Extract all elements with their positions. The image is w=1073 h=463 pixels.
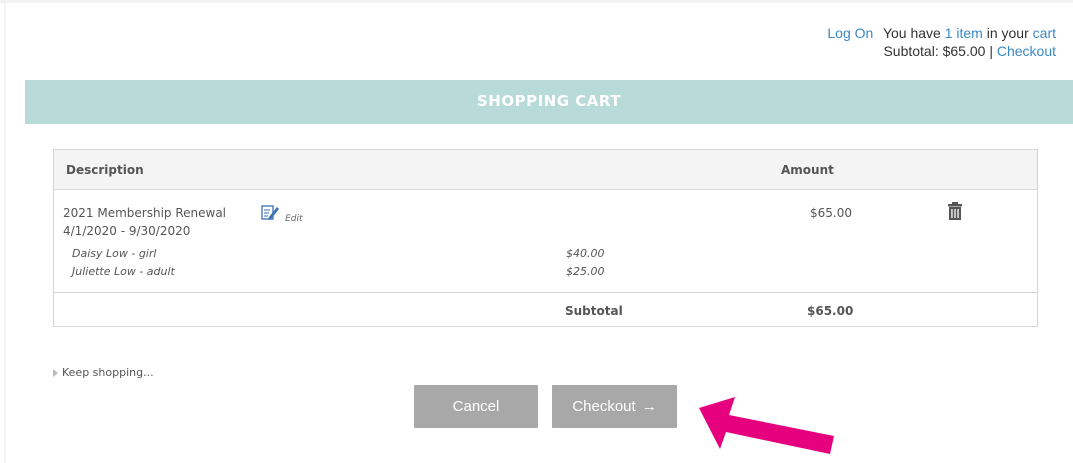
top-border [0, 0, 1073, 3]
table-header: Description Amount [54, 150, 1037, 190]
item-dates: 4/1/2020 - 9/30/2020 [63, 224, 191, 238]
checkout-label: Checkout [572, 398, 636, 415]
cart-summary-header: Log On You have 1 item in your cart Subt… [827, 24, 1056, 60]
edit-label: Edit [285, 214, 303, 224]
item-amount: $65.00 [810, 206, 852, 220]
cancel-label: Cancel [452, 398, 500, 415]
shopping-cart-banner: SHOPPING CART [25, 80, 1073, 124]
edit-icon [261, 205, 279, 220]
cart-prefix-text: You have [882, 25, 941, 41]
sub-item-price: $25.00 [566, 265, 605, 278]
cart-link[interactable]: cart [1033, 25, 1056, 41]
cancel-button[interactable]: Cancel [414, 385, 538, 428]
trash-icon [948, 202, 962, 220]
item-name: 2021 Membership Renewal [63, 206, 227, 220]
log-on-link[interactable]: Log On [827, 25, 873, 41]
keep-shopping-link[interactable]: Keep shopping... [53, 366, 154, 379]
column-header-amount: Amount [781, 163, 834, 177]
subtotal-line: Subtotal: $65.00 | Checkout [827, 42, 1056, 60]
cart-status-line: Log On You have 1 item in your cart [827, 24, 1056, 42]
sub-item-name: Daisy Low - girl [72, 247, 157, 260]
subtotal-value: $65.00 [807, 304, 854, 318]
banner-title: SHOPPING CART [477, 92, 621, 110]
delete-item-button[interactable] [947, 202, 963, 224]
item-count-link[interactable]: 1 item [945, 25, 983, 41]
arrow-right-icon: → [641, 398, 657, 415]
keep-shopping-label: Keep shopping... [62, 366, 154, 379]
in-your-text: in your [986, 25, 1029, 41]
checkout-button[interactable]: Checkout → [552, 385, 677, 428]
sub-item-name: Juliette Low - adult [72, 265, 175, 278]
column-header-description: Description [66, 163, 144, 177]
caret-right-icon [53, 369, 58, 377]
header-checkout-link[interactable]: Checkout [997, 43, 1056, 59]
cart-table: Description Amount 2021 Membership Renew… [53, 149, 1038, 327]
edit-item-link[interactable]: Edit [261, 202, 303, 224]
subtotal-divider [54, 292, 1037, 293]
sub-item-price: $40.00 [566, 247, 605, 260]
left-border [4, 3, 6, 463]
header-subtotal: Subtotal: $65.00 | [883, 43, 993, 59]
subtotal-label: Subtotal [565, 304, 623, 318]
